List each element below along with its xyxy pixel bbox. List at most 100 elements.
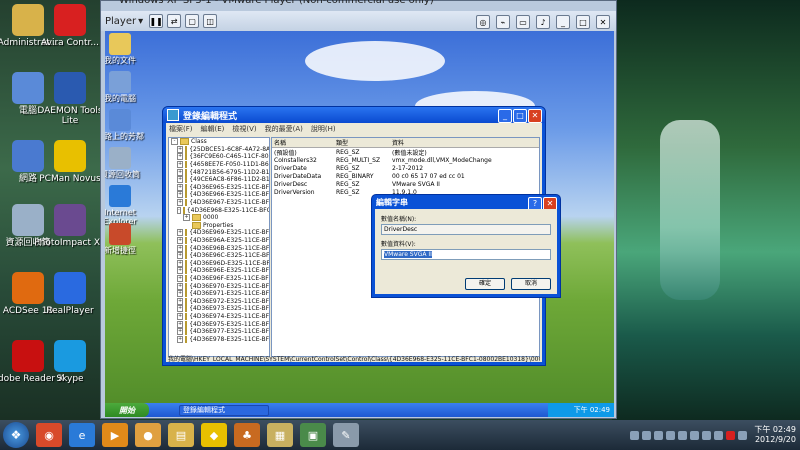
tree-node[interactable]: + {4D36E96A-E325-11CE-BFC1 bbox=[169, 237, 269, 245]
tree-node[interactable]: + {4D36E96F-E325-11CE-BFC1 bbox=[169, 274, 269, 283]
table-row[interactable]: (預設值) REG_SZ (數值未設定) bbox=[272, 148, 539, 157]
tree-node[interactable]: + {4D36E96D-E325-11CE-BFC bbox=[169, 259, 269, 268]
desktop-icon[interactable]: DAEMON Tools Lite bbox=[30, 72, 110, 126]
guest-desktop-icon[interactable]: 資源回收筒 bbox=[105, 147, 147, 179]
expand-toggle-icon[interactable]: + bbox=[177, 282, 184, 290]
guest-desktop-icon[interactable]: 新增捷徑 bbox=[105, 223, 147, 255]
tree-node[interactable]: + {4D36E971-E325-11CE-BFC1 bbox=[169, 290, 269, 298]
tree-node[interactable]: + {4D36E96B-E325-11CE-BFC bbox=[169, 244, 269, 252]
tray-icon[interactable] bbox=[642, 430, 652, 440]
mushroom-icon[interactable]: ♣ bbox=[234, 423, 260, 447]
tree-node[interactable]: + {49CE6AC8-6F86-11D2-B1E5- bbox=[169, 176, 269, 184]
tray-icon[interactable] bbox=[630, 430, 640, 440]
tree-node[interactable]: + {4D36E96C-E325-11CE-BFC bbox=[169, 252, 269, 260]
expand-toggle-icon[interactable]: + bbox=[177, 297, 184, 305]
desktop-icon[interactable]: RealPlayer bbox=[30, 272, 110, 316]
expand-toggle-icon[interactable]: + bbox=[177, 229, 184, 237]
pcman-icon[interactable]: ◆ bbox=[201, 423, 227, 447]
tree-node[interactable]: + {4D36E974-E325-11CE-BFC1 bbox=[169, 312, 269, 321]
chrome-icon[interactable]: ◉ bbox=[36, 423, 62, 447]
unity-icon[interactable]: ◫ bbox=[203, 14, 218, 28]
minimize-icon[interactable]: _ bbox=[498, 109, 512, 123]
monitor-icon[interactable]: ▣ bbox=[300, 423, 326, 447]
edit-string-dialog[interactable]: 編輯字串 ? ✕ 數值名稱(N): DriverDesc 數值資料(V): VM… bbox=[371, 194, 561, 298]
tree-node[interactable]: + {4D36E978-E325-11CE-BFC1 bbox=[169, 335, 269, 343]
expand-toggle-icon[interactable]: + bbox=[177, 183, 184, 191]
network-adapter-icon[interactable]: ▭ bbox=[516, 15, 530, 29]
media-player-icon[interactable]: ▶ bbox=[102, 423, 128, 447]
expand-toggle-icon[interactable]: + bbox=[177, 145, 184, 153]
tray-icon[interactable] bbox=[714, 430, 724, 440]
menu-item[interactable]: 說明(H) bbox=[311, 124, 336, 134]
table-row[interactable]: DriverDesc REG_SZ VMware SVGA II bbox=[272, 180, 539, 188]
tree-node[interactable]: + {4658EE7E-F050-11D1-B6BD bbox=[169, 161, 269, 169]
ie-icon[interactable]: e bbox=[69, 423, 95, 447]
file-icon[interactable]: ▦ bbox=[267, 423, 293, 447]
expand-toggle-icon[interactable]: + bbox=[177, 252, 184, 260]
menu-item[interactable]: 我的最愛(A) bbox=[265, 124, 303, 134]
cdrom-icon[interactable]: ◎ bbox=[476, 15, 490, 29]
expand-toggle-icon[interactable]: + bbox=[177, 274, 184, 282]
send-keys-icon[interactable]: ⇄ bbox=[167, 14, 182, 28]
registry-editor-titlebar[interactable]: 登錄編輯程式 bbox=[163, 107, 545, 123]
expand-toggle-icon[interactable]: + bbox=[177, 312, 184, 320]
maximize-icon[interactable]: □ bbox=[513, 109, 527, 123]
tray-icon[interactable] bbox=[654, 430, 664, 440]
column-header[interactable]: 名稱 bbox=[272, 138, 336, 147]
tree-node[interactable]: + {4D36E977-E325-11CE-BFC1 bbox=[169, 328, 269, 336]
sound-icon[interactable]: ♪ bbox=[536, 15, 550, 29]
tree-node[interactable]: - Class bbox=[169, 138, 269, 146]
vmware-player-window[interactable]: Windows XP SP3-1 - VMware Player (Non-co… bbox=[100, 0, 617, 419]
close-icon[interactable]: ✕ bbox=[596, 15, 610, 29]
tree-node[interactable]: + {4D36E96E-E325-11CE-BFC1 bbox=[169, 267, 269, 275]
expand-toggle-icon[interactable]: + bbox=[177, 267, 184, 275]
tree-node[interactable]: + {4D36E967-E325-11CE-BFC1 bbox=[169, 199, 269, 207]
expand-toggle-icon[interactable]: + bbox=[177, 168, 184, 176]
player-menu-button[interactable]: Player ▾ bbox=[101, 16, 147, 27]
tray-icon[interactable] bbox=[738, 430, 748, 440]
guest-desktop-icon[interactable]: Internet Explorer bbox=[105, 185, 147, 226]
tree-node[interactable]: + {4D36E970-E325-11CE-BFC1 bbox=[169, 282, 269, 290]
column-header[interactable]: 類型 bbox=[336, 138, 392, 147]
maximize-icon[interactable]: □ bbox=[576, 15, 590, 29]
guest-desktop-icon[interactable]: 我的電腦 bbox=[105, 71, 147, 103]
fullscreen-icon[interactable]: ▢ bbox=[185, 14, 200, 28]
tray-icon[interactable] bbox=[678, 430, 688, 440]
tree-node[interactable]: + {4D36E972-E325-11CE-BFC1 bbox=[169, 297, 269, 305]
minimize-icon[interactable]: _ bbox=[556, 15, 570, 29]
tree-node[interactable]: Properties bbox=[169, 221, 269, 230]
pause-icon[interactable]: ❚❚ bbox=[149, 14, 164, 28]
avira-tray-icon[interactable] bbox=[726, 430, 736, 440]
expand-toggle-icon[interactable]: + bbox=[183, 214, 190, 222]
windows-start-icon[interactable]: ❖ bbox=[3, 422, 29, 448]
tree-node[interactable]: + {4D36E973-E325-11CE-BFC1 bbox=[169, 305, 269, 313]
tree-node[interactable]: + {4D36E965-E325-11CE-BFC1 bbox=[169, 183, 269, 192]
table-row[interactable]: DriverDate REG_SZ 2-17-2012 bbox=[272, 164, 539, 172]
table-row[interactable]: CoInstallers32 REG_MULTI_SZ vmx_mode.dll,V… bbox=[272, 156, 539, 164]
guest-task-regedit[interactable]: 登錄編輯程式 bbox=[179, 404, 269, 416]
ok-button[interactable]: 確定 bbox=[465, 278, 505, 290]
tree-node[interactable]: + {4D36E966-E325-11CE-BFC1 bbox=[169, 191, 269, 199]
desktop-icon[interactable]: PCMan Novus bbox=[30, 140, 110, 184]
expand-toggle-icon[interactable]: + bbox=[177, 335, 184, 343]
desktop-icon[interactable]: PhotoImpact X3 bbox=[30, 204, 110, 248]
desktop-icon[interactable]: Avira Contr... bbox=[30, 4, 110, 48]
expand-toggle-icon[interactable]: + bbox=[177, 305, 184, 313]
expand-toggle-icon[interactable]: - bbox=[171, 138, 178, 146]
expand-toggle-icon[interactable]: - bbox=[177, 206, 181, 214]
tree-node[interactable]: - {4D36E968-E325-11CE-BFC1 bbox=[169, 206, 269, 214]
close-icon[interactable]: ✕ bbox=[528, 109, 542, 123]
usb-icon[interactable]: ⌁ bbox=[496, 15, 510, 29]
cancel-button[interactable]: 取消 bbox=[511, 278, 551, 290]
expand-toggle-icon[interactable]: + bbox=[177, 161, 184, 169]
registry-tree[interactable]: - Class + {25DBCE51-6C8F-4A72-8A6D + {36FC9E6… bbox=[168, 137, 270, 357]
table-row[interactable]: DriverDateData REG_BINARY 00 c0 65 17 07 e… bbox=[272, 172, 539, 180]
expand-toggle-icon[interactable]: + bbox=[177, 237, 184, 245]
column-header[interactable]: 資料 bbox=[392, 138, 539, 147]
tree-node[interactable]: + {4D36E975-E325-11CE-BFC1 bbox=[169, 320, 269, 328]
expand-toggle-icon[interactable]: + bbox=[177, 259, 184, 267]
expand-toggle-icon[interactable]: + bbox=[177, 191, 184, 199]
tree-node[interactable]: + {36FC9E60-C465-11CF-8056- bbox=[169, 153, 269, 161]
game-icon[interactable]: ● bbox=[135, 423, 161, 447]
expand-toggle-icon[interactable]: + bbox=[177, 199, 184, 207]
